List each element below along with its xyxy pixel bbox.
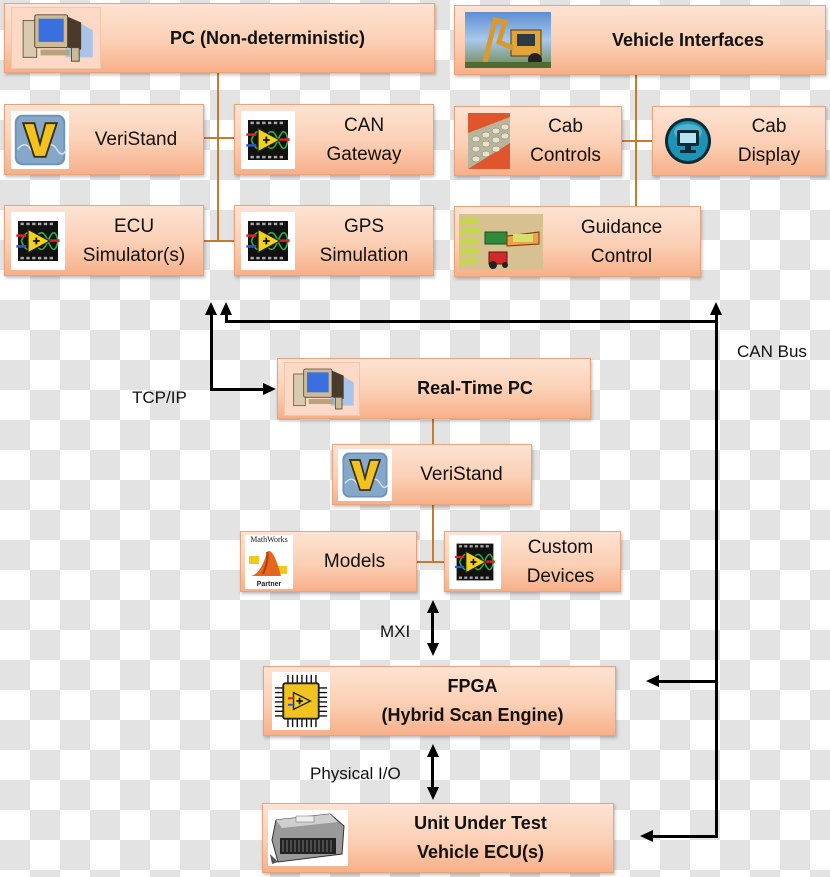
guidance-control-label: Guidance Control	[580, 216, 663, 267]
can-bus-label: CAN Bus	[737, 342, 807, 361]
labview-vi-icon	[241, 211, 295, 270]
partner-text: Partner	[256, 580, 282, 588]
veristand-logo-icon	[11, 110, 69, 169]
labview-vi-icon	[241, 110, 295, 169]
fpga-label: FPGA (Hybrid Scan Engine)	[381, 676, 564, 725]
custom-devices-label: Custom Devices	[526, 536, 595, 587]
pc-group-trunk-line	[217, 72, 219, 242]
cab-display-box: Cab Display	[652, 106, 826, 176]
physical-io-label: Physical I/O	[310, 764, 401, 783]
mxi-line	[431, 610, 434, 646]
unit-under-test-box: Unit Under Test Vehicle ECU(s)	[262, 803, 614, 873]
desktop-computer-icon	[11, 7, 101, 69]
custom-devices-box: Custom Devices	[444, 531, 621, 592]
ecu-simulator-label: ECU Simulator(s)	[82, 215, 186, 266]
guidance-control-box: Guidance Control	[454, 206, 701, 277]
tcpip-line-vertical	[210, 312, 213, 390]
vehicle-interfaces-label: Vehicle Interfaces	[611, 29, 765, 50]
vehicle-group-branch	[622, 140, 652, 142]
rt-veristand-label: VeriStand	[420, 464, 503, 485]
vehicle-interfaces-box: Vehicle Interfaces	[454, 5, 826, 75]
labview-vi-icon	[11, 211, 65, 270]
labview-vi-icon	[449, 534, 501, 589]
can-gateway-label: CAN Gateway	[326, 114, 402, 165]
pc-non-deterministic-label: PC (Non-deterministic)	[169, 27, 365, 48]
physical-io-arrowhead-down	[427, 787, 439, 800]
can-bus-line-uut	[652, 835, 718, 838]
can-bus-arrowhead-uut	[640, 830, 653, 842]
tcpip-arrowhead-up	[205, 302, 217, 315]
monitor-button-icon	[663, 116, 713, 166]
tcpip-line-horizontal	[210, 388, 264, 391]
models-label: Models	[323, 551, 386, 572]
cab-controls-label: Cab Controls	[530, 116, 601, 166]
tcpip-arrowhead-right	[263, 383, 276, 395]
models-box: MathWorks Partner Models	[240, 531, 417, 592]
gps-simulation-label: GPS Simulation	[319, 215, 409, 266]
can-bus-line-vertical	[715, 312, 718, 838]
gps-simulation-box: GPS Simulation	[234, 205, 434, 276]
mxi-label: MXI	[380, 622, 411, 641]
veristand-logo-icon	[338, 448, 392, 501]
backhoe-photo-icon	[465, 12, 551, 68]
real-time-pc-box: Real-Time PC	[277, 358, 591, 419]
can-gateway-box: CAN Gateway	[234, 104, 434, 175]
ecu-module-photo-icon	[268, 810, 348, 866]
mathworks-partner-icon: MathWorks Partner	[245, 534, 293, 589]
can-bus-line-fpga	[658, 680, 718, 683]
rt-veristand-box: VeriStand	[332, 444, 532, 505]
pc-group-branch-top	[204, 137, 234, 139]
desktop-computer-icon	[284, 361, 360, 416]
fpga-box: FPGA (Hybrid Scan Engine)	[263, 666, 616, 736]
mathworks-text: MathWorks	[250, 534, 288, 544]
unit-under-test-label: Unit Under Test Vehicle ECU(s)	[414, 813, 547, 862]
real-time-pc-label: Real-Time PC	[417, 378, 533, 398]
ecu-simulator-box: ECU Simulator(s)	[4, 205, 204, 276]
pc-group-branch-bottom	[204, 240, 234, 242]
harvester-illustration-icon	[459, 213, 543, 270]
can-bus-line-top	[225, 320, 718, 323]
pc-non-deterministic-box: PC (Non-deterministic)	[4, 3, 435, 73]
pc-veristand-box: VeriStand	[4, 104, 204, 175]
mxi-arrowhead-down	[427, 643, 439, 656]
physical-io-line	[431, 754, 434, 790]
cab-controls-box: Cab Controls	[454, 106, 622, 176]
realtime-trunk-line-1	[432, 418, 434, 447]
cab-display-label: Cab Display	[737, 116, 801, 166]
realtime-trunk-line-2	[432, 504, 434, 562]
tcpip-label: TCP/IP	[132, 388, 187, 407]
realtime-branch	[417, 561, 445, 563]
pc-veristand-label: VeriStand	[94, 129, 178, 150]
can-bus-arrowhead-fpga	[646, 675, 659, 687]
fpga-chip-icon	[272, 672, 330, 730]
keypad-photo-icon	[468, 113, 510, 169]
